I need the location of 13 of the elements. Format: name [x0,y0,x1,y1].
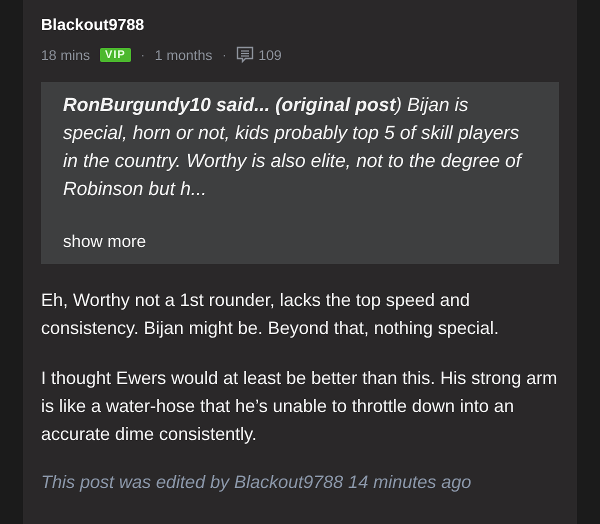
author-name[interactable]: Blackout9788 [41,16,559,36]
comment-count: 109 [258,47,282,63]
separator-dot: · [140,48,145,62]
separator-dot: · [222,48,226,62]
post-paragraph: I thought Ewers would at least be better than this. His strong arm is like a water-hose that he’s unable to throttle down into an accurate dime consistently. [41,367,558,446]
show-more-link[interactable]: show more [63,230,537,254]
post-time: 18 mins [41,47,90,63]
comment-icon [236,46,254,64]
vip-badge: VIP [100,48,131,62]
quote-text: RonBurgundy10 said... (original post) Bijan is special, horn or not, kids probably top 5 of skill players in the country. Worthy is also elite, not to the degree of Robinson but h... [63,94,524,202]
member-tenure: 1 months [154,47,212,63]
post-paragraph: Eh, Worthy not a 1st rounder, lacks the top speed and consistency. Bijan might be. Beyond that, nothing special. [41,289,500,340]
edit-note: This post was edited by Blackout9788 14 minutes ago [41,472,472,493]
